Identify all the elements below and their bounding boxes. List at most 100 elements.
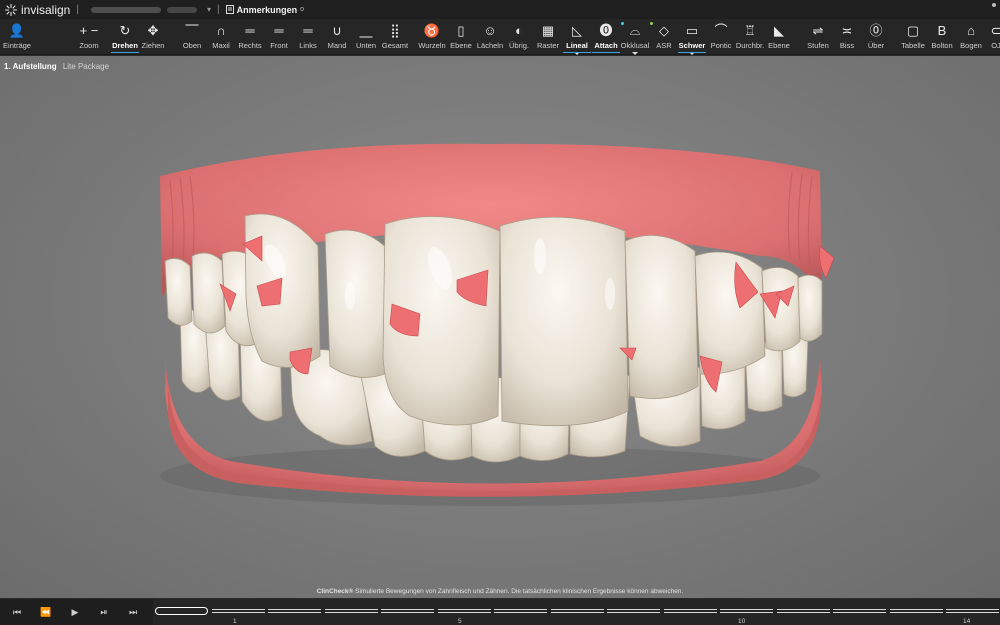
tool-label: Links: [299, 41, 317, 50]
timeline-current-stage[interactable]: [155, 607, 208, 615]
tool-biss[interactable]: ≍ Biss: [831, 19, 863, 55]
timeline-stage[interactable]: [663, 609, 717, 613]
view-left-icon: ═: [303, 23, 313, 38]
steps-icon: ⇌: [812, 23, 824, 38]
plane-icon: ▯: [457, 23, 465, 38]
tool-label: Lineal: [566, 41, 588, 50]
tool-attach[interactable]: ⓿ Attach: [590, 19, 624, 55]
tool-wurzeln[interactable]: ♉ Wurzeln: [416, 19, 448, 55]
timeline-stage[interactable]: [211, 609, 265, 613]
timeline-tick-label: 1: [233, 618, 237, 625]
timeline-stage[interactable]: [776, 609, 830, 613]
tool-rechts[interactable]: ═ Rechts: [234, 19, 266, 55]
tool-schwer[interactable]: ▭ Schwer: [676, 19, 708, 55]
timeline-stage[interactable]: [324, 609, 378, 613]
tool-mand[interactable]: ∪ Mand: [321, 19, 353, 55]
play-pause-icon[interactable]: ⏯: [97, 605, 111, 619]
tool-ueber[interactable]: ⓪ Über: [860, 19, 892, 55]
tool-label: Tabelle: [901, 41, 925, 50]
timeline-stage[interactable]: [833, 609, 886, 613]
tool-oben[interactable]: ⎺ Oben: [176, 19, 208, 55]
window-menu-icon[interactable]: [992, 3, 996, 7]
tool-label: Ebene: [450, 41, 472, 50]
tool-label: Raster: [536, 41, 560, 50]
tool-tabelle[interactable]: ▢ Tabelle: [897, 19, 929, 55]
tool-label: Mand: [327, 41, 347, 50]
tool-stufen[interactable]: ⇌ Stufen: [802, 19, 834, 55]
tool-label: Gesamt: [381, 41, 409, 50]
tool-label: Okklusal: [620, 41, 650, 50]
timeline-stage[interactable]: [268, 609, 321, 613]
notes-button[interactable]: Anmerkungen o: [225, 4, 304, 15]
smile-icon: ☺: [483, 23, 497, 38]
clincheck-disclaimer: ClinCheck® Simulierte Bewegungen von Zah…: [0, 588, 1000, 595]
tool-oj[interactable]: ⊂ OJ: [980, 19, 1000, 55]
app-name: invisalign: [21, 2, 71, 17]
tool-raster[interactable]: ▦ Raster: [532, 19, 564, 55]
ruler-icon: ◺: [572, 23, 582, 38]
tool-maxil[interactable]: ∩ Maxil: [205, 19, 237, 55]
patient-chevron-down-icon[interactable]: ▾: [207, 5, 211, 14]
timeline-stage[interactable]: [946, 609, 999, 613]
patient-name-redacted[interactable]: [90, 6, 161, 13]
dropdown-caret-icon[interactable]: [574, 52, 580, 55]
play-icon[interactable]: ▶: [68, 605, 82, 619]
tool-zoom[interactable]: + − Zoom: [73, 19, 105, 55]
skip-to-start-icon[interactable]: ⏮: [10, 605, 24, 619]
notes-label: Anmerkungen: [236, 4, 298, 15]
tool-label: Durchbr.: [735, 41, 765, 50]
title-separator: |: [216, 4, 220, 15]
timeline-stage[interactable]: [607, 609, 660, 613]
tool-unten[interactable]: ⎽ Unten: [350, 19, 382, 55]
tool-ziehen[interactable]: ✥ Ziehen: [137, 19, 169, 55]
3d-viewport[interactable]: 1. Aufstellung Lite Package ClinCheck® S…: [0, 56, 1000, 598]
dropdown-caret-icon[interactable]: [632, 52, 638, 55]
dental-model[interactable]: [0, 56, 1000, 598]
occlusal-icon: ⌓: [629, 23, 641, 38]
tool-label: Übrig.: [508, 41, 529, 50]
tool-label: Über: [867, 41, 885, 50]
skip-to-end-icon[interactable]: ⏭: [126, 605, 140, 619]
patient-id-redacted[interactable]: [166, 6, 197, 13]
disclaimer-brand: ClinCheck®: [316, 588, 354, 595]
bolton-b-icon: B: [937, 23, 947, 38]
view-bottom-icon: ⎽: [359, 23, 373, 38]
starburst-logo-icon: [5, 3, 17, 16]
tool-front[interactable]: ═ Front: [263, 19, 295, 55]
tool-label: Pontic: [710, 41, 732, 50]
dropdown-caret-icon[interactable]: [689, 52, 695, 55]
tool-okklusal[interactable]: ⌓ Okklusal: [619, 19, 653, 55]
tool-gesamt[interactable]: ⣿ Gesamt: [379, 19, 411, 55]
timeline-tick-label: 5: [458, 618, 462, 625]
folder-icon: ▭: [685, 23, 699, 38]
main-toolbar: 👤 Einträge + − Zoom ↻ Drehen ✥ Ziehen ⎺ Oben ∩ Maxi…: [0, 19, 1000, 55]
tool-links[interactable]: ═ Links: [292, 19, 324, 55]
tool-eintraege[interactable]: 👤 Einträge: [1, 19, 33, 55]
diamond-icon: ◇: [659, 23, 669, 38]
tool-pontic[interactable]: ⌒ Pontic: [705, 19, 737, 55]
tool-label: Wurzeln: [418, 41, 446, 50]
tool-ebene2[interactable]: ◣ Ebene: [763, 19, 795, 55]
timeline-stage[interactable]: [437, 609, 491, 613]
timeline-stage[interactable]: [550, 609, 604, 613]
tool-bolton[interactable]: B Bolton: [926, 19, 958, 55]
timeline-stage[interactable]: [720, 609, 773, 613]
tool-laecheln[interactable]: ☺ Lächeln: [474, 19, 506, 55]
tool-lineal[interactable]: ◺ Lineal: [561, 19, 593, 55]
bite-icon: ≍: [841, 23, 853, 38]
tool-durchbr[interactable]: ♖ Durchbr.: [734, 19, 766, 55]
tool-ebene[interactable]: ▯ Ebene: [445, 19, 477, 55]
timeline-track[interactable]: 1 5 10 14: [153, 599, 1000, 625]
timeline-stage[interactable]: [381, 609, 434, 613]
step-back-icon[interactable]: ⏪: [39, 605, 53, 619]
stage-timeline: ⏮ ⏪ ▶ ⏯ ⏭ 1 5 10 14: [0, 599, 1000, 625]
tool-label: Zoom: [79, 41, 99, 50]
timeline-stage[interactable]: [494, 609, 547, 613]
view-front-icon: ═: [274, 23, 284, 38]
tool-label: Bogen: [960, 41, 982, 50]
timeline-stage[interactable]: [889, 609, 943, 613]
tool-uebrig[interactable]: ◐ Übrig.: [503, 19, 535, 55]
pontic-icon: ⌒: [714, 23, 728, 38]
tool-label: Biss: [839, 41, 855, 50]
disclaimer-text: Simulierte Bewegungen von Zahnfleisch un…: [355, 588, 684, 595]
